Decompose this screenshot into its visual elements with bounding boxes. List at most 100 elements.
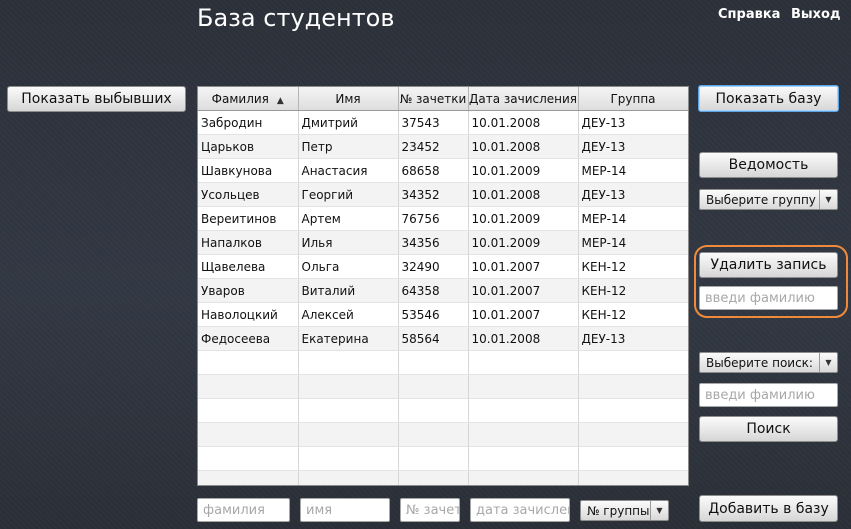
table-cell: Алексей (298, 302, 399, 327)
column-header[interactable]: Имя (298, 87, 399, 111)
table-cell: 10.01.2009 (468, 158, 579, 183)
chevron-down-icon: ▼ (819, 190, 837, 209)
empty-table-row[interactable] (198, 422, 688, 447)
table-row[interactable]: Шавкунова Анастасия 68658 10.01.2009 МЕР-14 (198, 158, 688, 183)
table-row[interactable]: Усольцев Георгий 34352 10.01.2008 ДЕУ-13 (198, 182, 688, 207)
add-to-base-button[interactable]: Добавить в базу (699, 495, 838, 522)
table-cell (198, 470, 299, 485)
table-cell: Шавкунова (198, 158, 299, 183)
table-cell (468, 446, 579, 471)
exit-link[interactable]: Выход (791, 7, 840, 22)
table-cell (398, 446, 469, 471)
table-cell (468, 398, 579, 423)
chevron-down-icon: ▼ (650, 501, 668, 520)
empty-table-row[interactable] (198, 470, 688, 485)
empty-table-row[interactable] (198, 374, 688, 399)
table-row[interactable]: Федосеева Екатерина 58564 10.01.2008 ДЕУ-13 (198, 326, 688, 351)
table-cell: 10.01.2007 (468, 302, 579, 327)
table-row[interactable]: Забродин Дмитрий 37543 10.01.2008 ДЕУ-13 (198, 110, 688, 135)
table-cell: Щавелева (198, 254, 299, 279)
show-base-button[interactable]: Показать базу (698, 85, 839, 112)
table-header: Фамилия ▲ Имя № зачетки Дата зачисления Групп… (198, 87, 688, 111)
table-cell: КЕН-12 (578, 278, 688, 303)
table-cell: ДЕУ-13 (578, 134, 688, 159)
group-select[interactable]: Выберите группу ▼ (699, 189, 838, 210)
table-cell (398, 374, 469, 399)
search-type-value: Выберите поиск: (706, 355, 813, 370)
report-button[interactable]: Ведомость (699, 152, 838, 178)
table-cell (468, 422, 579, 447)
help-link[interactable]: Справка (718, 7, 780, 22)
column-header[interactable]: Группа (578, 87, 688, 111)
table-cell (468, 350, 579, 375)
table-row[interactable]: Напалков Илья 34356 10.01.2009 МЕР-14 (198, 230, 688, 255)
add-group-value: № группы (587, 503, 650, 518)
add-group-select[interactable]: № группы ▼ (580, 500, 669, 521)
column-header[interactable]: № зачетки (398, 87, 469, 111)
column-header-label: Дата зачисления (468, 91, 578, 106)
table-row[interactable]: Наволоцкий Алексей 53546 10.01.2007 КЕН-12 (198, 302, 688, 327)
table-cell: 32490 (398, 254, 469, 279)
table-cell: 37543 (398, 110, 469, 135)
table-cell: Дмитрий (298, 110, 399, 135)
search-type-select[interactable]: Выберите поиск: ▼ (699, 352, 838, 373)
column-header-label: Имя (335, 91, 361, 106)
table-cell: Усольцев (198, 182, 299, 207)
add-name-input[interactable]: имя (300, 498, 390, 522)
table-cell: 10.01.2008 (468, 182, 579, 207)
delete-record-button[interactable]: Удалить запись (699, 252, 838, 278)
table-body: Забродин Дмитрий 37543 10.01.2008 ДЕУ-13 Царь… (198, 110, 688, 485)
table-cell: 10.01.2009 (468, 206, 579, 231)
table-cell (468, 374, 579, 399)
delete-surname-input[interactable]: введи фамилию (699, 286, 838, 310)
add-surname-input[interactable]: фамилия (197, 498, 290, 522)
table-cell: ДЕУ-13 (578, 182, 688, 207)
table-cell: 10.01.2008 (468, 326, 579, 351)
table-cell: 10.01.2007 (468, 278, 579, 303)
table-row[interactable]: Уваров Виталий 64358 10.01.2007 КЕН-12 (198, 278, 688, 303)
show-dropped-button[interactable]: Показать выбывших (7, 86, 186, 112)
table-cell: 34352 (398, 182, 469, 207)
table-cell (198, 374, 299, 399)
table-cell (198, 398, 299, 423)
table-cell (298, 470, 399, 485)
table-cell (578, 374, 688, 399)
table-cell (578, 350, 688, 375)
table-cell: ДЕУ-13 (578, 326, 688, 351)
table-row[interactable]: Вереитинов Артем 76756 10.01.2009 МЕР-14 (198, 206, 688, 231)
table-cell: МЕР-14 (578, 158, 688, 183)
table-cell (398, 422, 469, 447)
table-cell: МЕР-14 (578, 230, 688, 255)
column-header[interactable]: Фамилия ▲ (198, 87, 299, 111)
table-cell: Забродин (198, 110, 299, 135)
table-cell: 23452 (398, 134, 469, 159)
table-cell: 64358 (398, 278, 469, 303)
add-record-book-input[interactable]: № зачетки (400, 498, 460, 522)
empty-table-row[interactable] (198, 350, 688, 375)
table-cell (578, 446, 688, 471)
table-cell (298, 398, 399, 423)
table-cell: 10.01.2009 (468, 230, 579, 255)
table-cell (198, 350, 299, 375)
table-cell (578, 398, 688, 423)
table-cell (198, 446, 299, 471)
table-cell: Уваров (198, 278, 299, 303)
table-row[interactable]: Щавелева Ольга 32490 10.01.2007 КЕН-12 (198, 254, 688, 279)
table-row[interactable]: Царьков Петр 23452 10.01.2008 ДЕУ-13 (198, 134, 688, 159)
table-cell: ДЕУ-13 (578, 110, 688, 135)
column-header[interactable]: Дата зачисления (468, 87, 579, 111)
table-cell (578, 422, 688, 447)
empty-table-row[interactable] (198, 398, 688, 423)
table-cell: Царьков (198, 134, 299, 159)
table-cell: КЕН-12 (578, 254, 688, 279)
table-cell: Виталий (298, 278, 399, 303)
add-date-input[interactable]: дата зачисления (470, 498, 570, 522)
search-button[interactable]: Поиск (699, 416, 838, 442)
table-cell: 34356 (398, 230, 469, 255)
table-cell: 68658 (398, 158, 469, 183)
empty-table-row[interactable] (198, 446, 688, 471)
table-cell (578, 470, 688, 485)
table-cell: Артем (298, 206, 399, 231)
search-surname-input[interactable]: введи фамилию (699, 383, 838, 407)
students-table: Фамилия ▲ Имя № зачетки Дата зачисления Групп… (197, 86, 689, 486)
